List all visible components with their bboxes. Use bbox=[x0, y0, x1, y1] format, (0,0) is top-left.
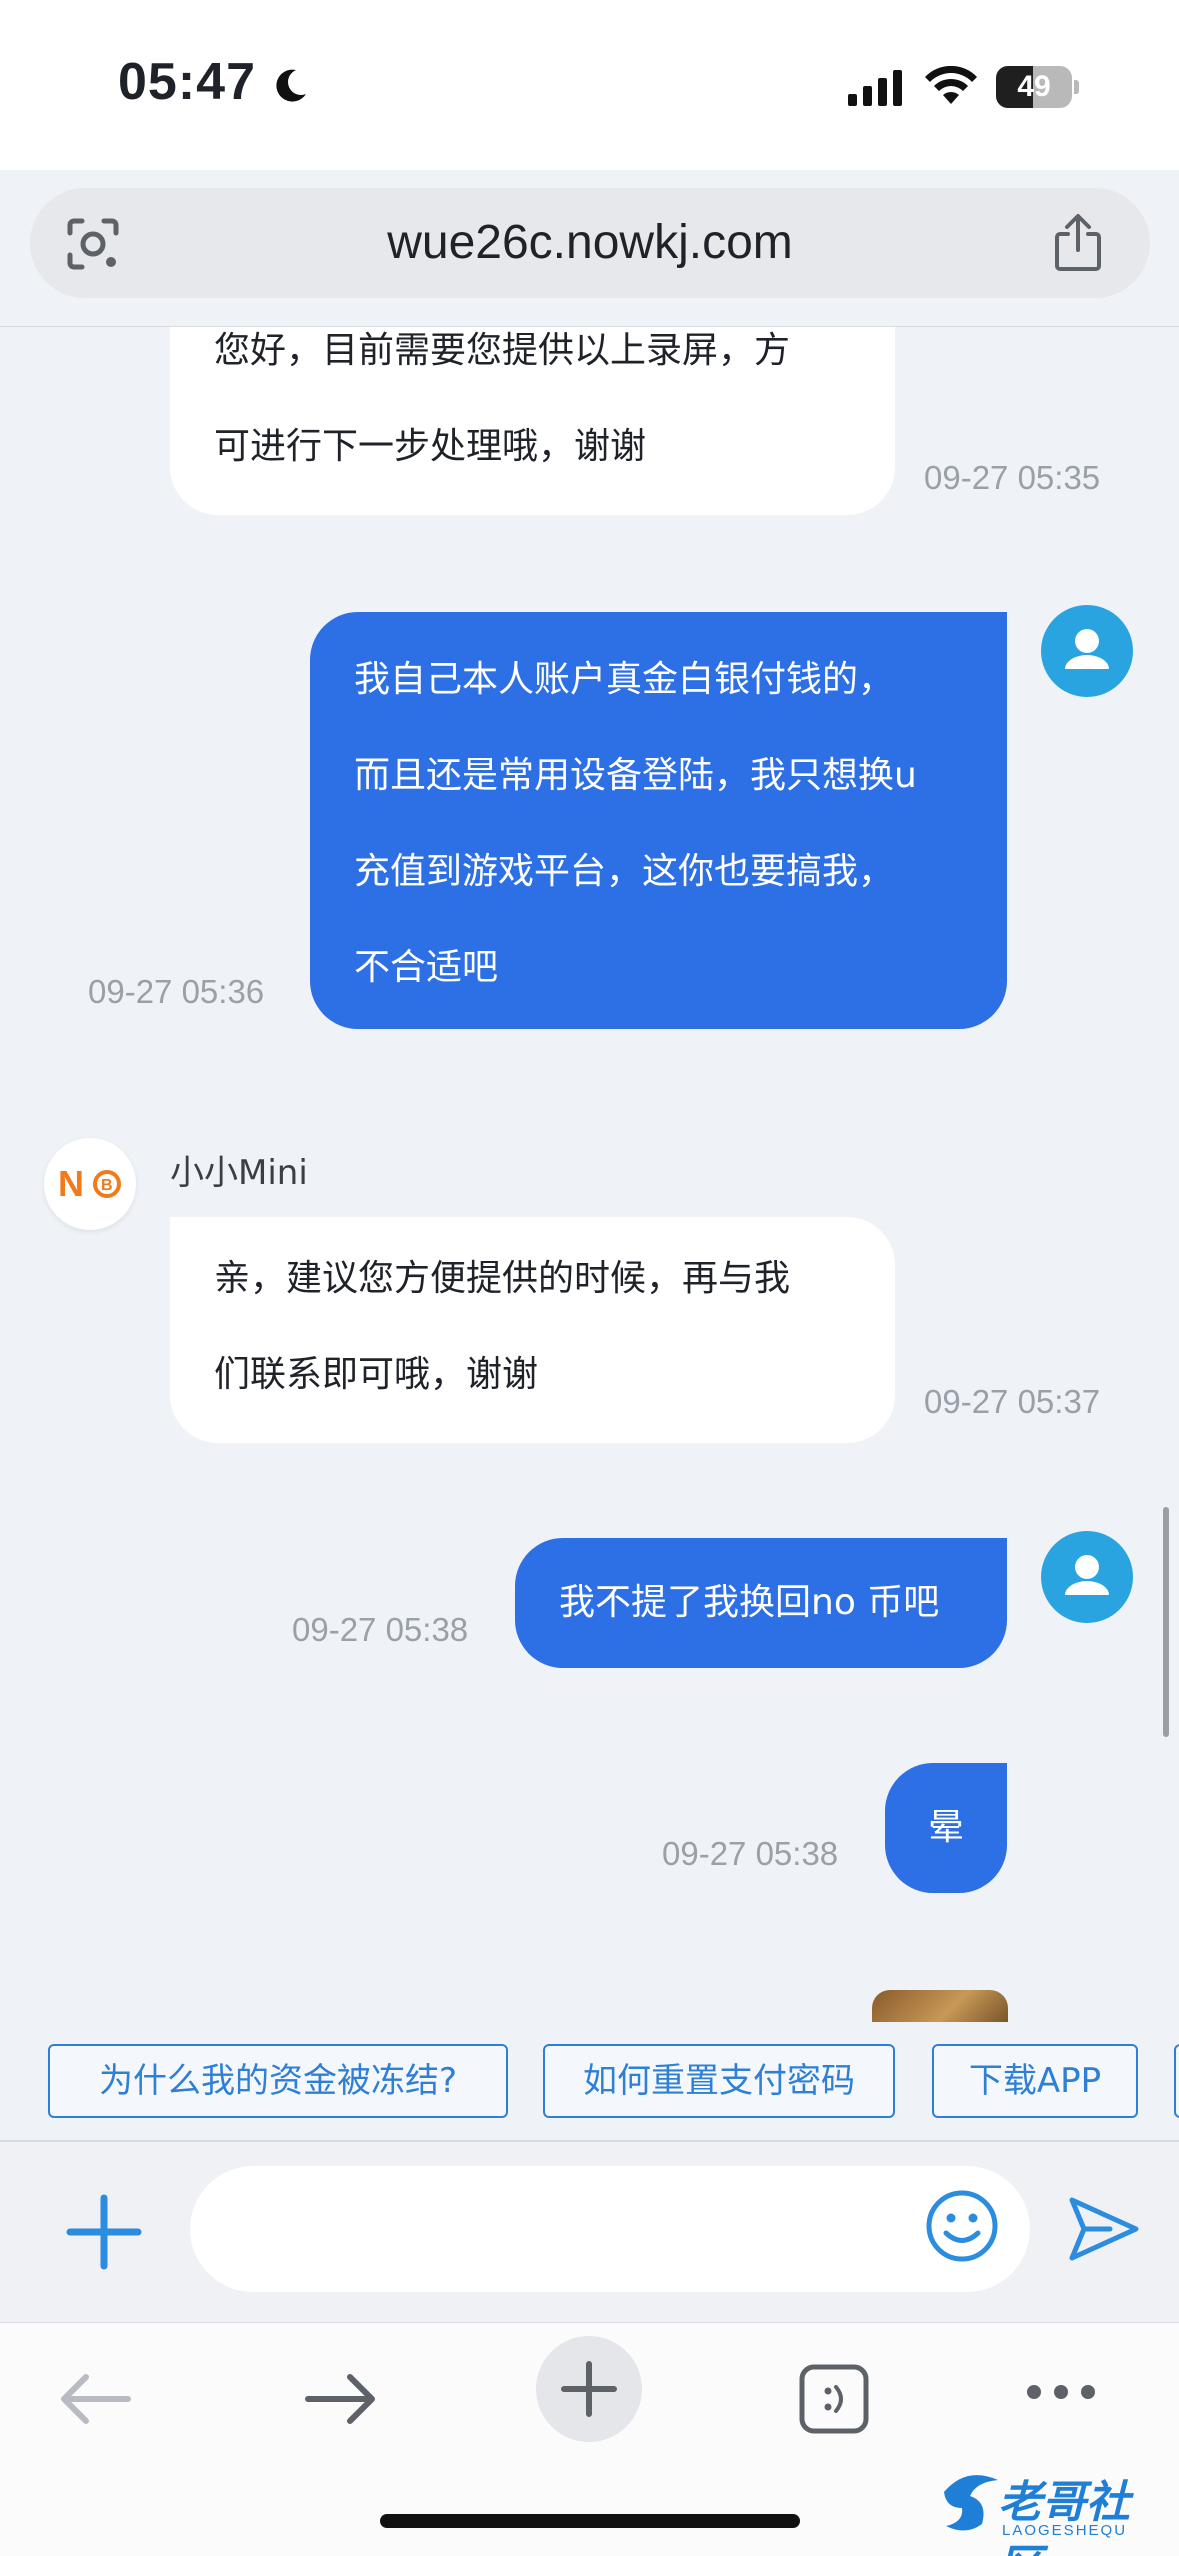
user-message-bubble: 晕 bbox=[885, 1763, 1007, 1893]
message-timestamp: 09-27 05:38 bbox=[662, 1835, 839, 1872]
svg-text:N: N bbox=[58, 1163, 84, 1204]
message-timestamp: 09-27 05:38 bbox=[292, 1611, 469, 1648]
message-line: 亲，建议您方便提供的时候，再与我 bbox=[214, 1258, 791, 1299]
cellular-signal-icon bbox=[848, 70, 902, 106]
moon-icon bbox=[276, 69, 306, 102]
battery-icon: 49 bbox=[996, 66, 1079, 108]
message-line: 我不提了我换回no 币吧 bbox=[559, 1582, 940, 1623]
forward-arrow-icon[interactable] bbox=[304, 2369, 378, 2429]
smiley-icon[interactable] bbox=[924, 2188, 1000, 2264]
share-icon[interactable] bbox=[1048, 212, 1108, 274]
more-icon[interactable] bbox=[1024, 2379, 1098, 2405]
wifi-icon bbox=[925, 66, 977, 104]
watermark-logo: 老哥社区 LAOGESHEQU bbox=[936, 2458, 1172, 2556]
user-message-bubble: 我自己本人账户真金白银付钱的， 而且还是常用设备登陆，我只想换u 充值到游戏平台… bbox=[310, 612, 1007, 1029]
status-bar: 05:47 49 bbox=[0, 0, 1179, 170]
message-timestamp: 09-27 05:37 bbox=[924, 1383, 1101, 1420]
message-line: 您好，目前需要您提供以上录屏，方 bbox=[214, 330, 791, 371]
home-indicator[interactable] bbox=[380, 2514, 800, 2528]
message-line: 晕 bbox=[927, 1807, 964, 1848]
message-line: 充值到游戏平台，这你也要搞我， bbox=[354, 851, 895, 892]
send-icon[interactable] bbox=[1066, 2194, 1142, 2264]
user-icon bbox=[1065, 629, 1109, 669]
chat-message-list[interactable]: 您好，目前需要您提供以上录屏，方 可进行下一步处理哦，谢谢 09-27 05:3… bbox=[0, 327, 1179, 2022]
plus-icon[interactable] bbox=[62, 2190, 146, 2274]
message-line: 可进行下一步处理哦，谢谢 bbox=[214, 426, 647, 467]
image-message-thumbnail[interactable] bbox=[872, 1990, 1008, 2022]
user-message-bubble: 我不提了我换回no 币吧 bbox=[515, 1538, 1007, 1668]
watermark-title: 老哥社区 bbox=[998, 2477, 1130, 2556]
user-avatar bbox=[1041, 1531, 1133, 1623]
agent-logo-icon: N B bbox=[58, 1163, 121, 1204]
quick-questions-bar: 为什么我的资金被冻结? 如何重置支付密码 下载APP bbox=[0, 2022, 1179, 2140]
message-line: 我自己本人账户真金白银付钱的， bbox=[354, 659, 895, 700]
new-tab-button[interactable] bbox=[536, 2336, 642, 2442]
quick-question-chip[interactable] bbox=[1174, 2044, 1179, 2118]
message-line: 而且还是常用设备登陆，我只想换u bbox=[354, 755, 917, 796]
new-tab-icon bbox=[561, 2361, 617, 2417]
back-arrow-icon[interactable] bbox=[58, 2369, 132, 2429]
message-line: 们联系即可哦，谢谢 bbox=[214, 1354, 539, 1395]
user-avatar bbox=[1041, 605, 1133, 697]
message-timestamp: 09-27 05:35 bbox=[924, 459, 1101, 496]
quick-question-chip[interactable]: 如何重置支付密码 bbox=[543, 2044, 895, 2118]
agent-avatar: N B bbox=[44, 1138, 136, 1230]
dragon-logo-icon bbox=[944, 2475, 998, 2531]
status-time: 05:47 bbox=[118, 53, 256, 111]
message-timestamp: 09-27 05:36 bbox=[88, 973, 265, 1010]
address-bar[interactable]: wue26c.nowkj.com bbox=[30, 188, 1150, 298]
quick-question-chip[interactable]: 为什么我的资金被冻结? bbox=[48, 2044, 508, 2118]
watermark-subtitle: LAOGESHEQU bbox=[1002, 2522, 1128, 2539]
battery-level: 49 bbox=[1017, 70, 1051, 103]
agent-name: 小小Mini bbox=[170, 1153, 308, 1193]
url-text[interactable]: wue26c.nowkj.com bbox=[30, 188, 1150, 298]
scrollbar[interactable] bbox=[1163, 1507, 1169, 1737]
message-input[interactable] bbox=[190, 2166, 1030, 2292]
user-icon bbox=[1065, 1555, 1109, 1595]
message-line: 不合适吧 bbox=[354, 947, 499, 988]
agent-message-bubble: 您好，目前需要您提供以上录屏，方 可进行下一步处理哦，谢谢 bbox=[170, 327, 895, 515]
quick-question-chip[interactable]: 下载APP bbox=[932, 2044, 1138, 2118]
agent-message-bubble: 亲，建议您方便提供的时候，再与我 们联系即可哦，谢谢 bbox=[170, 1217, 895, 1443]
tabs-icon[interactable] bbox=[798, 2363, 870, 2435]
svg-text:B: B bbox=[101, 1177, 113, 1194]
message-input-bar bbox=[0, 2142, 1179, 2322]
